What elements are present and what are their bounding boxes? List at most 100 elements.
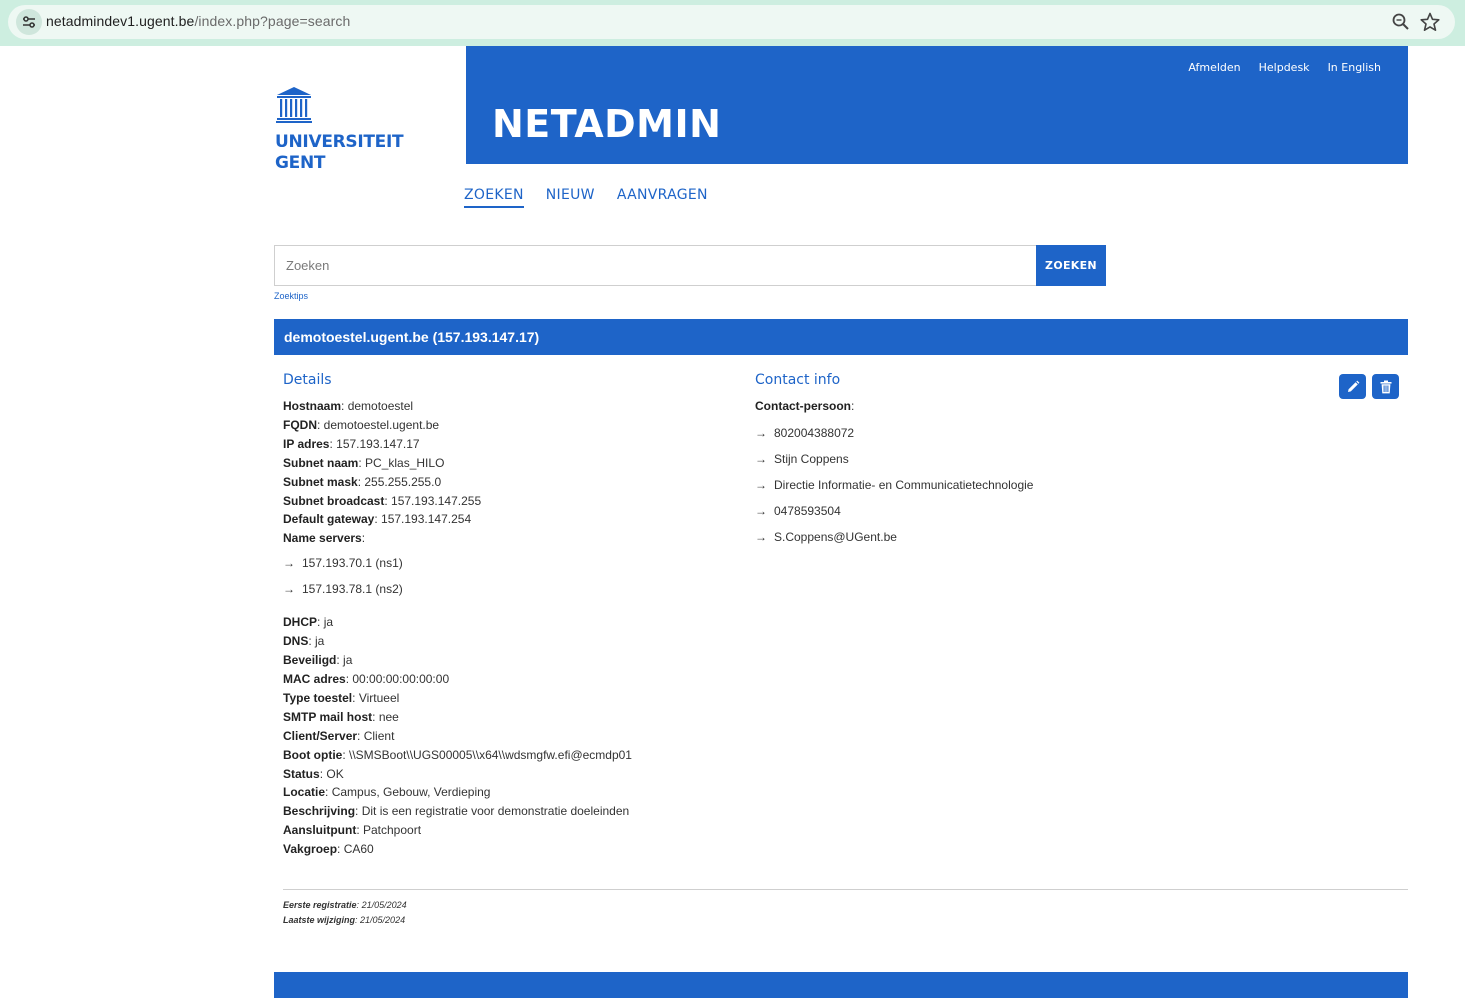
contact-item: → Stijn Coppens [755, 446, 1195, 472]
detail-label: DNS [283, 634, 309, 649]
detail-label: Status [283, 766, 320, 781]
nav-search[interactable]: ZOEKEN [464, 187, 524, 208]
top-links: Afmelden Helpdesk In English [1188, 61, 1381, 74]
name-servers-label: Name servers: [283, 531, 366, 546]
detail-row: Beveiligd: ja [283, 653, 353, 668]
detail-row: Default gateway: 157.193.147.254 [283, 512, 472, 527]
arrow-right-icon: → [755, 529, 767, 544]
detail-value: 157.193.147.255 [391, 493, 482, 508]
header-banner: Afmelden Helpdesk In English NETADMIN [466, 46, 1408, 164]
ugent-logo[interactable]: UNIVERSITEIT GENT [274, 86, 404, 173]
first-registration: Eerste registratie: 21/05/2024 [283, 900, 407, 910]
registration-meta: Eerste registratie: 21/05/2024 Laatste w… [283, 898, 407, 928]
detail-value: 00:00:00:00:00:00 [352, 671, 450, 686]
detail-label: Client/Server [283, 728, 358, 743]
contact-item-text: 0478593504 [774, 503, 841, 518]
pencil-icon [1347, 380, 1359, 392]
edit-button[interactable] [1339, 374, 1366, 399]
detail-row: DHCP: ja [283, 615, 334, 630]
detail-label: Type toestel [283, 690, 353, 705]
star-icon[interactable] [1419, 11, 1441, 33]
address-bar[interactable]: netadmindev1.ugent.be/index.php?page=sea… [8, 5, 1455, 39]
detail-row: FQDN: demotoestel.ugent.be [283, 417, 440, 432]
detail-label: Subnet mask [283, 474, 358, 489]
detail-row: Subnet mask: 255.255.255.0 [283, 474, 442, 489]
name-server-item: → 157.193.78.1 (ns2) [283, 576, 723, 602]
detail-row: Beschrijving: Dit is een registratie voo… [283, 804, 630, 819]
url-host: netadmindev1.ugent.be [46, 13, 195, 29]
detail-label: MAC adres [283, 671, 346, 686]
detail-row: Subnet broadcast: 157.193.147.255 [283, 493, 482, 508]
detail-value: Dit is een registratie voor demonstratie… [361, 804, 630, 819]
nav-new[interactable]: NIEUW [546, 187, 595, 208]
logo-text: UNIVERSITEIT GENT [275, 132, 404, 174]
trash-icon [1380, 380, 1391, 393]
detail-value: ja [315, 634, 325, 649]
detail-row: DNS: ja [283, 634, 325, 649]
detail-value: ja [343, 653, 353, 668]
detail-value: \\SMSBoot\\UGS00005\\x64\\wdsmgfw.efi@ec… [349, 747, 632, 762]
detail-value: demotoestel [347, 399, 414, 413]
detail-value: Virtueel [358, 690, 400, 705]
result-title: demotoestel.ugent.be (157.193.147.17) [284, 329, 540, 345]
detail-label: Beveiligd [283, 653, 337, 668]
tune-icon[interactable] [16, 9, 42, 35]
contact-item: → 0478593504 [755, 498, 1195, 524]
logout-link[interactable]: Afmelden [1188, 61, 1240, 74]
helpdesk-link[interactable]: Helpdesk [1259, 61, 1310, 74]
detail-value: 255.255.255.0 [364, 474, 442, 489]
detail-label: IP adres [283, 436, 330, 451]
main-nav: ZOEKEN NIEUW AANVRAGEN [464, 187, 708, 208]
detail-label: Hostnaam [283, 399, 342, 413]
detail-value: OK [326, 766, 344, 781]
contact-item-text: Stijn Coppens [774, 451, 849, 466]
detail-row: MAC adres: 00:00:00:00:00:00 [283, 671, 450, 686]
detail-label: FQDN [283, 417, 317, 432]
detail-label: Subnet naam [283, 455, 359, 470]
url-text[interactable]: netadmindev1.ugent.be/index.php?page=sea… [46, 13, 350, 29]
divider [283, 889, 1408, 890]
name-server-item: → 157.193.70.1 (ns1) [283, 550, 723, 576]
detail-label: Default gateway [283, 512, 375, 527]
english-link[interactable]: In English [1328, 61, 1381, 74]
contact-item: → S.Coppens@UGent.be [755, 524, 1195, 550]
url-path: /index.php?page=search [194, 13, 351, 29]
detail-value: ja [323, 615, 334, 630]
detail-value: Campus, Gebouw, Verdieping [331, 785, 491, 800]
arrow-right-icon: → [755, 477, 767, 492]
logo-line-2: GENT [275, 153, 326, 173]
detail-row: Hostnaam: demotoestel [283, 399, 414, 413]
detail-value: demotoestel.ugent.be [323, 417, 440, 432]
zoom-icon[interactable] [1391, 12, 1411, 32]
detail-value: PC_klas_HILO [365, 455, 445, 470]
detail-row: Vakgroep: CA60 [283, 842, 374, 857]
detail-row: Subnet naam: PC_klas_HILO [283, 455, 445, 470]
detail-label: Aansluitpunt [283, 823, 357, 838]
detail-label: Subnet broadcast [283, 493, 385, 508]
detail-value: 157.193.147.254 [381, 512, 472, 527]
detail-label: SMTP mail host [283, 709, 373, 724]
nav-requests[interactable]: AANVRAGEN [617, 187, 708, 208]
result-header: demotoestel.ugent.be (157.193.147.17) [274, 319, 1408, 355]
arrow-right-icon: → [755, 503, 767, 518]
contact-item: → 802004388072 [755, 420, 1195, 446]
last-change: Laatste wijziging: 21/05/2024 [283, 915, 406, 925]
detail-label: Beschrijving [283, 804, 356, 819]
arrow-right-icon: → [755, 425, 767, 440]
detail-row: Type toestel: Virtueel [283, 690, 400, 705]
search-input[interactable] [274, 245, 1036, 286]
arrow-right-icon: → [283, 556, 295, 571]
delete-button[interactable] [1372, 374, 1399, 399]
detail-value: nee [378, 709, 399, 724]
search-tips-link[interactable]: Zoektips [274, 291, 308, 301]
detail-value: 157.193.147.17 [336, 436, 420, 451]
detail-row: Locatie: Campus, Gebouw, Verdieping [283, 785, 491, 800]
contact-title: Contact info [755, 372, 841, 388]
detail-value: Patchpoort [363, 823, 422, 838]
contact-list: → 802004388072 → Stijn Coppens → Directie Inf… [755, 420, 1195, 550]
detail-row: Status: OK [283, 766, 344, 781]
details-list-2: DHCP: ja DNS: ja Beveiligd: ja MAC adres: 0… [283, 613, 723, 859]
search-button[interactable]: ZOEKEN [1036, 245, 1106, 286]
contact-section: Contact info Contact-persoon: → 802004388… [755, 372, 1195, 550]
logo-line-1: UNIVERSITEIT [275, 132, 404, 152]
